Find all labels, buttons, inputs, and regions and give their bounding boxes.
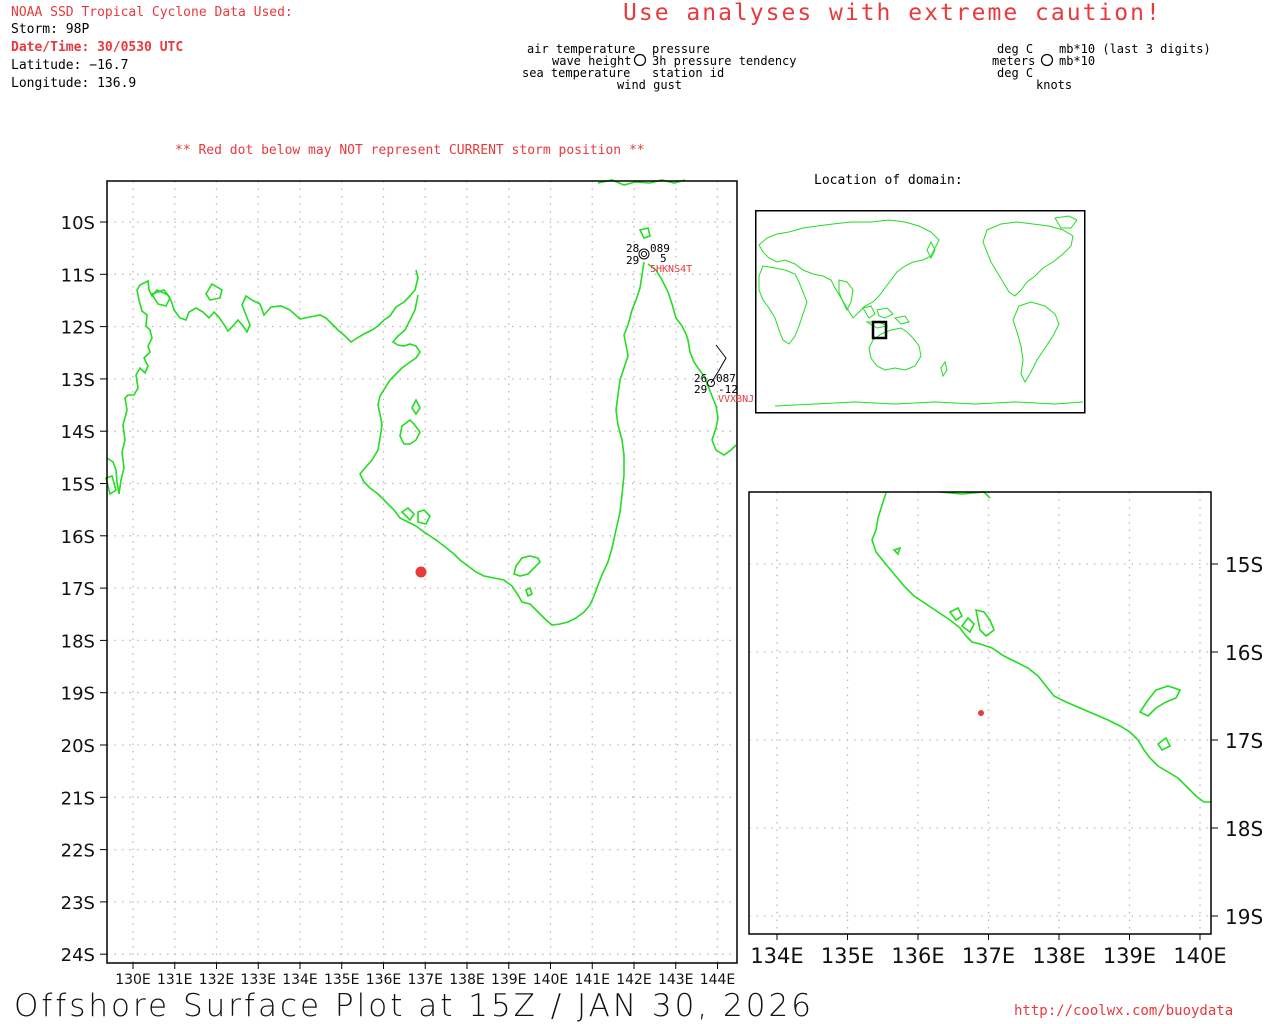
source-url-link[interactable]: http://coolwx.com/buoydata <box>1014 1003 1233 1019</box>
inset-lat-label: 15S <box>1225 553 1263 577</box>
inset-lon-label: 137E <box>962 944 1015 968</box>
inset-lat-label: 19S <box>1225 905 1263 929</box>
inset-lon-label: 136E <box>891 944 944 968</box>
inset-lon-label: 140E <box>1173 944 1226 968</box>
plot-title: Offshore Surface Plot at 15Z / JAN 30, 2… <box>14 988 814 1024</box>
inset-lon-label: 138E <box>1032 944 1085 968</box>
inset-lat-label: 17S <box>1225 729 1263 753</box>
inset-map-latitude-labels: 15S 16S 17S 18S 19S <box>1225 553 1263 929</box>
inset-map-longitude-labels: 134E 135E 136E 137E 138E 139E 140E <box>750 944 1226 968</box>
inset-lat-label: 16S <box>1225 641 1263 665</box>
inset-lon-label: 139E <box>1103 944 1156 968</box>
inset-lon-label: 135E <box>821 944 874 968</box>
inset-lon-label: 134E <box>750 944 803 968</box>
inset-lat-label: 18S <box>1225 817 1263 841</box>
inset-storm-position-dot <box>978 710 984 716</box>
inset-map-coastline <box>871 491 1211 803</box>
inset-map: 15S 16S 17S 18S 19S 134E 135E 136E 137E 138E 139E… <box>748 491 1263 968</box>
